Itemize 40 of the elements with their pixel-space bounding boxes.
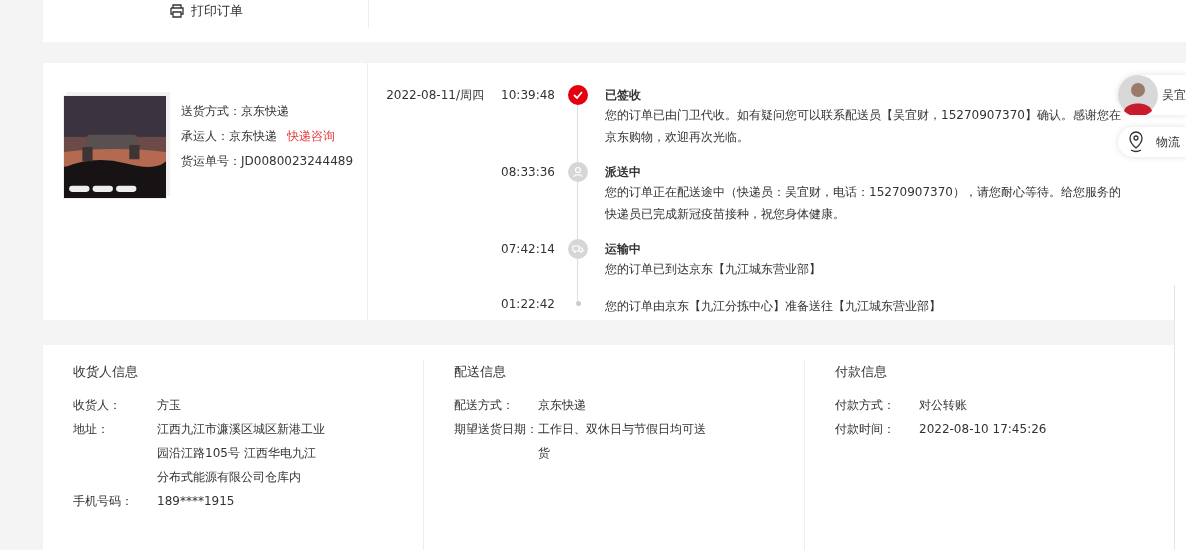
shipment-field: 送货方式：京东快递 <box>181 103 289 120</box>
info-value: 江西九江市濂溪区城区新港工业园沿江路105号 江西华电九江分布式能源有限公司仓库内 <box>157 421 326 486</box>
timeline-time: 10:39:48 <box>501 88 555 102</box>
status-text: 您的订单已到达京东【九江城东营业部】 <box>605 261 822 278</box>
shipment-field: 货运单号：JD0080023244489 <box>181 153 354 170</box>
info-label: 期望送货日期： <box>454 421 538 438</box>
printer-icon <box>169 4 185 18</box>
print-order-link[interactable]: 打印订单 <box>169 2 243 28</box>
courier-card[interactable]: 吴宜 <box>1118 75 1186 115</box>
courier-inquiry-link[interactable]: 快递咨询 <box>287 128 335 145</box>
info-label: 地址： <box>73 421 110 438</box>
section-title: 付款信息 <box>835 363 888 381</box>
timeline-time: 07:42:14 <box>501 242 555 256</box>
status-title: 运输中 <box>605 241 642 258</box>
status-title: 派送中 <box>605 164 642 181</box>
courier-name: 吴宜 <box>1162 86 1186 104</box>
section-title: 配送信息 <box>454 363 507 381</box>
logistics-button[interactable]: 物流 <box>1118 127 1186 157</box>
section-title: 收货人信息 <box>73 363 139 381</box>
info-label: 收货人： <box>73 397 122 414</box>
info-value: 方玉 <box>157 397 182 414</box>
info-value: 京东快递 <box>538 397 587 414</box>
timeline-dot <box>575 301 581 306</box>
info-label: 付款方式： <box>835 397 896 414</box>
info-value: 对公转账 <box>919 397 968 414</box>
timeline-time: 01:22:42 <box>501 297 555 311</box>
info-label: 配送方式： <box>454 397 515 414</box>
shipment-field: 承运人：京东快递 <box>181 128 277 145</box>
timeline-time: 08:33:36 <box>501 165 555 179</box>
status-text: 您的订单正在配送途中（快递员：吴宜财，电话：15270907370），请您耐心等待。给您服务的快递员已完成新冠疫苗接种，祝您身体健康。 <box>605 184 1122 223</box>
timeline-date: 2022-08-11/周四 <box>386 88 484 102</box>
info-label: 手机号码： <box>73 493 134 510</box>
check-icon <box>568 85 588 105</box>
status-title: 已签收 <box>605 87 642 104</box>
info-value: 189****1915 <box>157 493 236 510</box>
info-value: 2022-08-10 17:45:26 <box>919 421 1048 438</box>
info-value: 工作日、双休日与节假日均可送货 <box>538 421 707 462</box>
location-pin-icon <box>1128 131 1144 153</box>
info-label: 付款时间： <box>835 421 896 438</box>
status-text: 您的订单由京东【九江分拣中心】准备送往【九江城东营业部】 <box>605 298 942 315</box>
